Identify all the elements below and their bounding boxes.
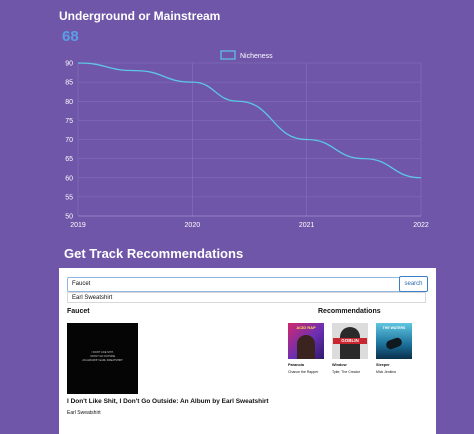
recommendations-heading: Recommendations <box>318 308 381 315</box>
search-suggestion-item[interactable]: Earl Sweatshirt <box>67 292 426 303</box>
cover-text: THE WATERS <box>382 326 406 330</box>
recommendations-section-title: Get Track Recommendations <box>64 246 244 261</box>
y-tick-label: 90 <box>65 61 73 68</box>
recommendations-panel: Faucet search Earl Sweatshirt Faucet I D… <box>59 268 436 434</box>
y-tick-label: 50 <box>65 214 73 221</box>
recommendation-artist: Mick Jenkins <box>376 370 397 374</box>
recommendation-artist: Tyler, The Creator <box>332 370 360 374</box>
recommendation-cover-image: ACID RAP <box>288 323 324 359</box>
album-cover-text-line: I DON'T LIKE SHIT, <box>91 351 114 354</box>
legend-label: Nicheness <box>240 53 273 60</box>
search-button[interactable]: search <box>399 276 428 292</box>
album-cover-text-line: I DON'T GO OUTSIDE <box>89 355 116 358</box>
search-input[interactable]: Faucet <box>67 277 401 292</box>
x-tick-label: 2020 <box>185 222 201 229</box>
x-tick-label: 2019 <box>70 222 86 229</box>
recommendation-title: Paranoia <box>288 363 305 367</box>
chart-section-title: Underground or Mainstream <box>59 9 221 23</box>
recommendation-card[interactable]: THE WATERS Sleeper Mick Jenkins <box>376 323 412 374</box>
recommendation-title: Sleeper <box>376 363 390 367</box>
y-tick-label: 85 <box>65 80 73 87</box>
album-artist: Earl Sweatshirt <box>67 410 101 416</box>
legend-swatch <box>220 50 236 60</box>
y-tick-label: 55 <box>65 194 73 201</box>
album-cover-text-line: AN ALBUM BY EARL SWEATSHIRT <box>82 359 123 362</box>
cover-text: GOBLIN <box>333 338 367 344</box>
album-title: I Don't Like Shit, I Don't Go Outside: A… <box>67 398 269 405</box>
nicheness-line-chart: 50 55 60 65 70 75 80 85 90 2019 2020 2021 2022 Nichen… <box>65 50 429 229</box>
recommendation-cover-image: THE WATERS <box>376 323 412 359</box>
y-tick-label: 70 <box>65 137 73 144</box>
nicheness-score: 68 <box>62 28 79 45</box>
recommendation-card[interactable]: GOBLIN Window Tyler, The Creator <box>332 323 368 374</box>
y-tick-label: 80 <box>65 99 73 106</box>
y-tick-label: 60 <box>65 175 73 182</box>
y-tick-label: 65 <box>65 156 73 163</box>
x-tick-label: 2022 <box>413 222 429 229</box>
x-tick-label: 2021 <box>299 222 315 229</box>
recommendation-artist: Chance the Rapper <box>288 370 319 374</box>
recommendation-card[interactable]: ACID RAP Paranoia Chance the Rapper <box>288 323 324 374</box>
recommendation-cover-image: GOBLIN <box>332 323 368 359</box>
result-track-heading: Faucet <box>67 308 90 315</box>
album-cover-image: I DON'T LIKE SHIT, I DON'T GO OUTSIDE AN… <box>67 323 138 394</box>
y-tick-label: 75 <box>65 118 73 125</box>
cover-text: ACID RAP <box>296 325 316 330</box>
recommendation-title: Window <box>332 363 347 367</box>
